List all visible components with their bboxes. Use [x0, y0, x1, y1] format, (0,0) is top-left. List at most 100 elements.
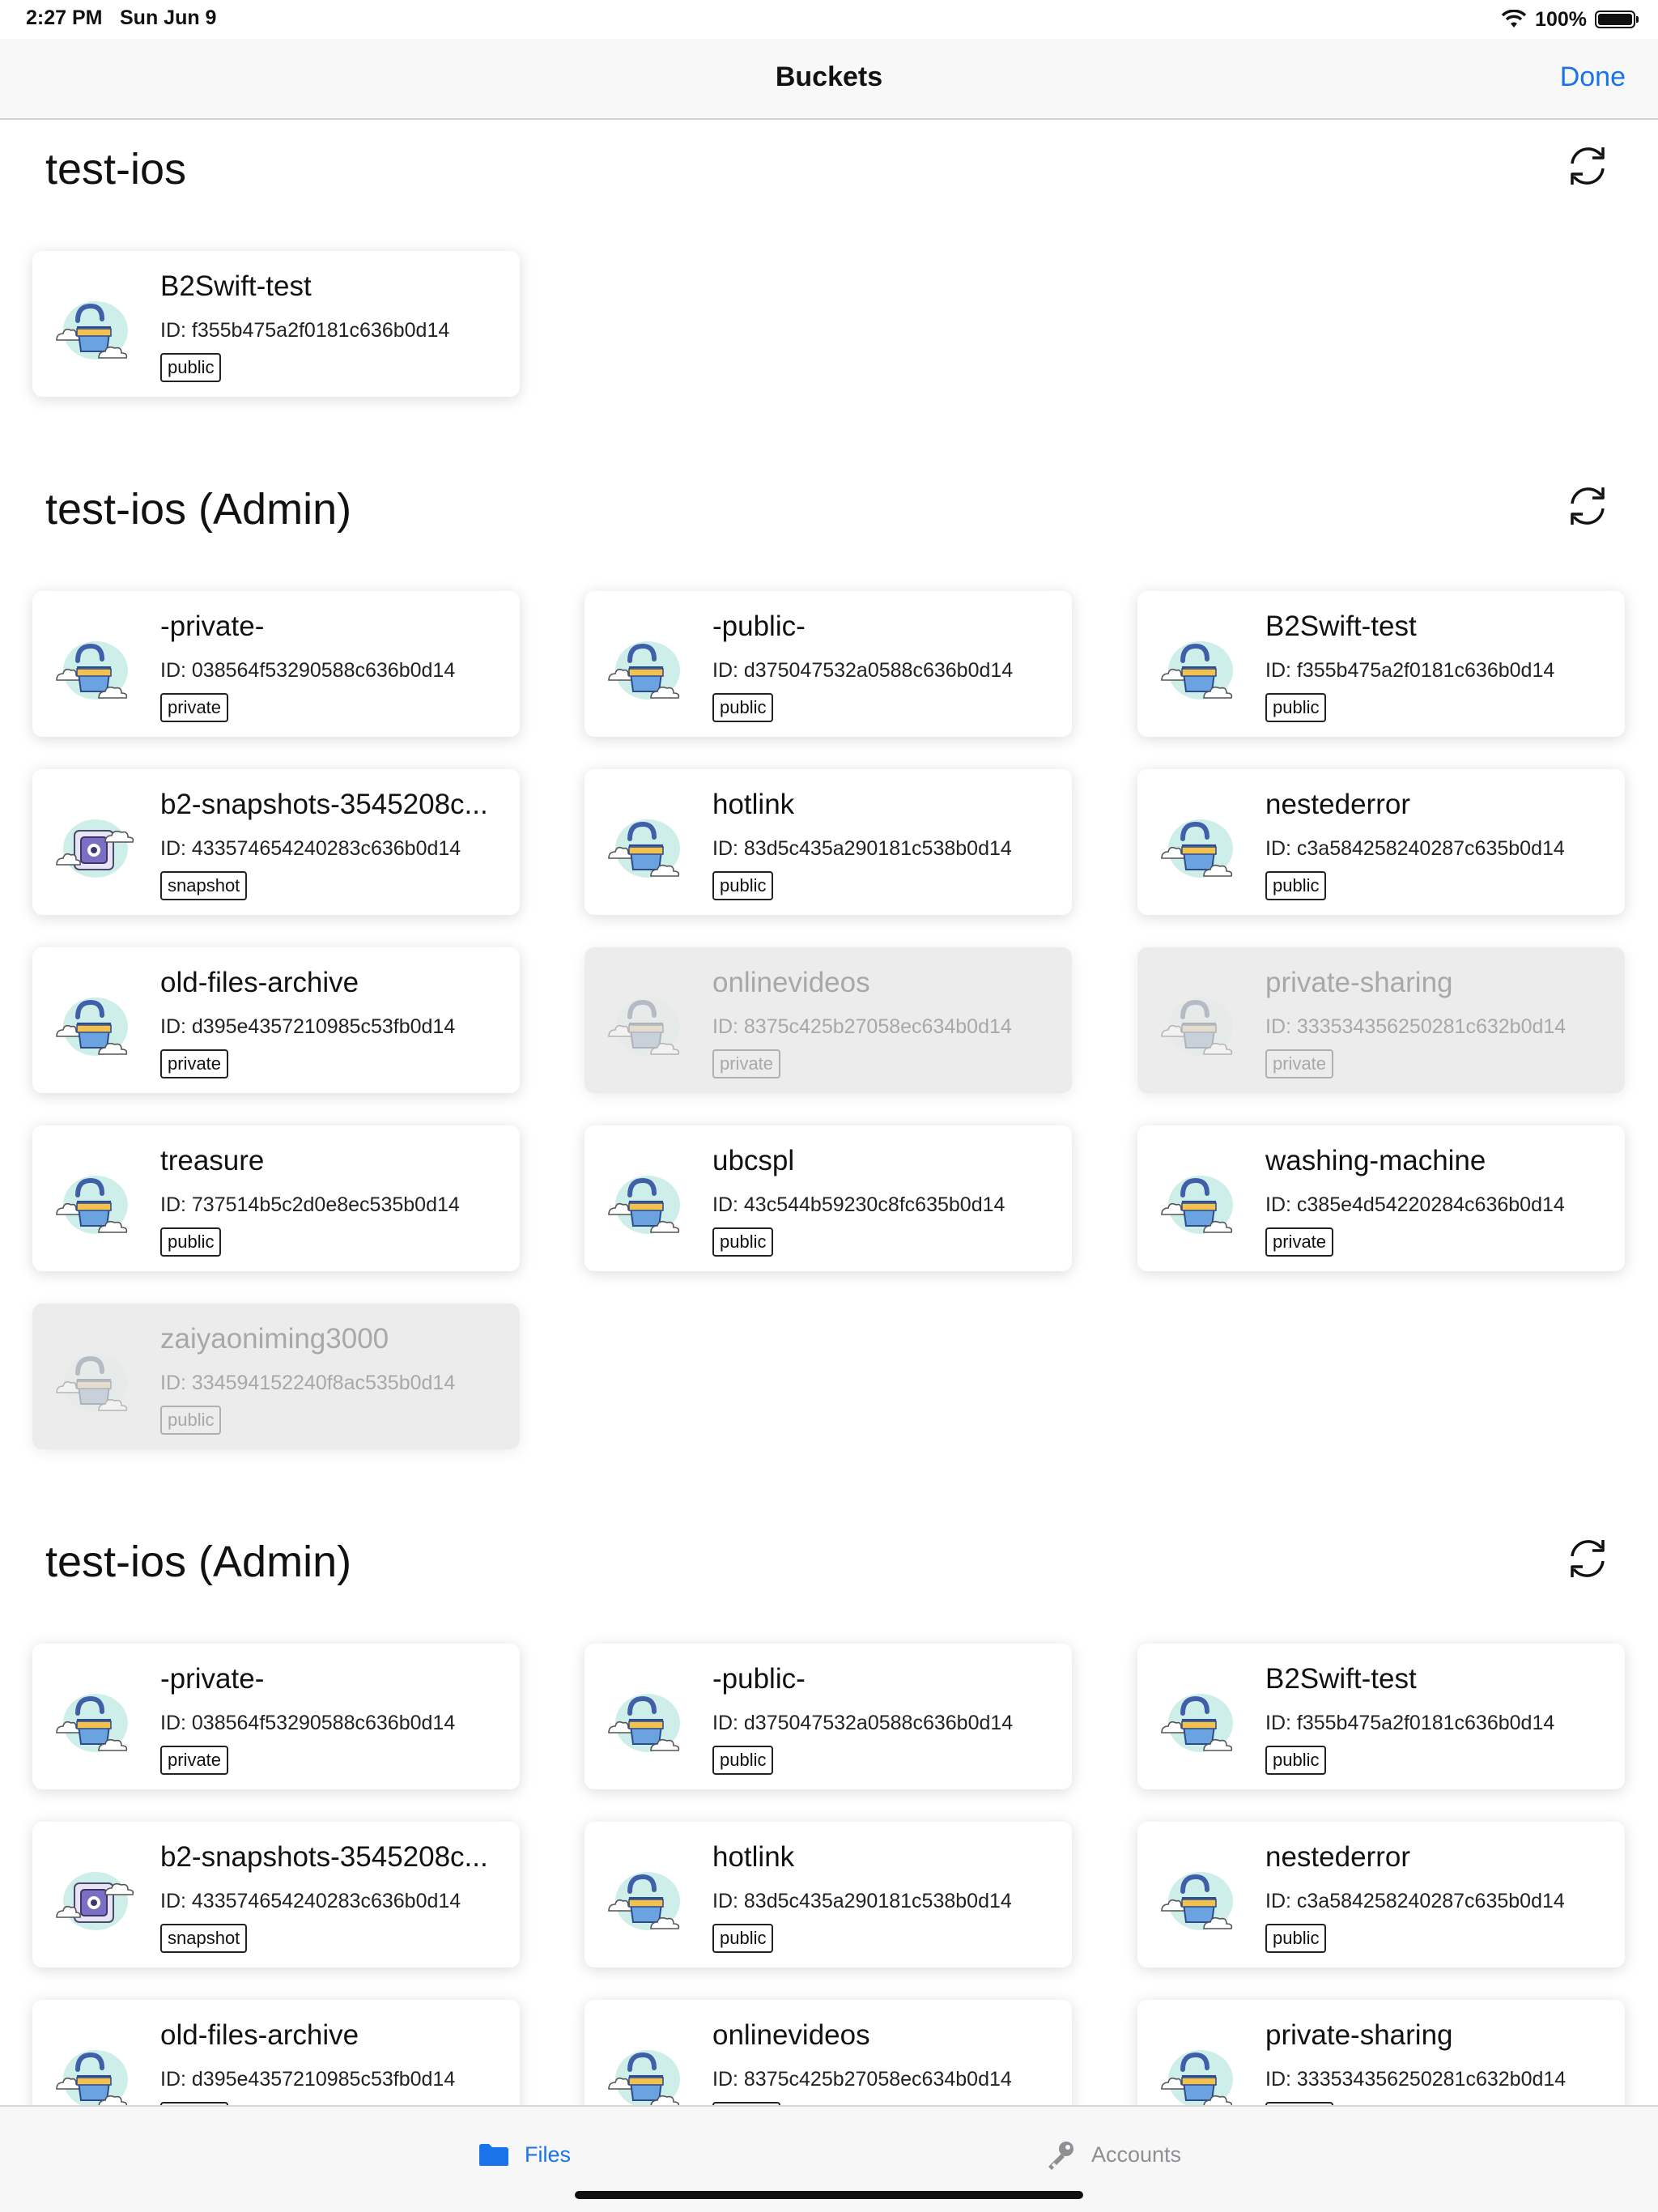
- key-icon: [1048, 2142, 1073, 2170]
- bucket-card[interactable]: B2Swift-test ID: f355b475a2f0181c636b0d14…: [1137, 591, 1625, 737]
- status-time: 2:27 PM: [26, 6, 103, 29]
- bucket-type-badge: snapshot: [160, 1924, 248, 1953]
- bucket-card[interactable]: B2Swift-test ID: f355b475a2f0181c636b0d14…: [1137, 1644, 1625, 1789]
- bucket-card[interactable]: onlinevideos ID: 8375c425b27058ec634b0d14…: [585, 947, 1072, 1093]
- bucket-card[interactable]: onlinevideos ID: 8375c425b27058ec634b0d14…: [585, 2000, 1072, 2105]
- tab-files[interactable]: Files: [478, 2134, 571, 2175]
- bucket-id: ID: 333534356250281c632b0d14: [1265, 2068, 1567, 2091]
- bucket-type-badge: public: [712, 1746, 774, 1775]
- bucket-name: -public-: [712, 610, 806, 642]
- status-bar: 2:27 PM Sun Jun 9 100%: [0, 0, 1658, 39]
- unlocked-bucket-cloud-icon: [53, 288, 141, 364]
- bucket-id: ID: 43c544b59230c8fc635b0d14: [712, 1193, 1005, 1216]
- bucket-card[interactable]: ubcspl ID: 43c544b59230c8fc635b0d14 public: [585, 1125, 1072, 1271]
- bucket-type-badge: private: [712, 1049, 781, 1078]
- bucket-id: ID: 333534356250281c632b0d14: [1265, 1015, 1567, 1038]
- battery-percent: 100%: [1535, 7, 1587, 31]
- bucket-id: ID: f355b475a2f0181c636b0d14: [160, 319, 450, 342]
- refresh-icon[interactable]: [1564, 1535, 1611, 1582]
- tab-accounts-label: Accounts: [1091, 2142, 1182, 2167]
- buckets-list[interactable]: test-ios B2Swift-test ID: f355b475a2f0181…: [0, 121, 1658, 2105]
- unlocked-bucket-cloud-icon: [1158, 1681, 1246, 1757]
- home-indicator: [575, 2191, 1083, 2199]
- bucket-name: b2-snapshots-3545208c...: [160, 1841, 488, 1873]
- bucket-type-badge: private: [160, 1746, 229, 1775]
- bucket-card[interactable]: b2-snapshots-3545208c... ID: 433574654240…: [32, 1822, 520, 1967]
- tab-files-label: Files: [525, 2142, 572, 2167]
- bucket-type-badge: private: [1265, 1049, 1334, 1078]
- section-title: test-ios: [45, 145, 187, 194]
- bucket-card[interactable]: nestederror ID: c3a584258240287c635b0d14 p…: [1137, 769, 1625, 915]
- bucket-name: B2Swift-test: [160, 270, 312, 302]
- bucket-card[interactable]: old-files-archive ID: d395e4357210985c53f…: [32, 947, 520, 1093]
- bucket-type-badge: snapshot: [160, 871, 248, 900]
- bucket-card[interactable]: treasure ID: 737514b5c2d0e8ec535b0d14 publ…: [32, 1125, 520, 1271]
- bucket-type-badge: public: [1265, 693, 1327, 722]
- bucket-id: ID: f355b475a2f0181c636b0d14: [1265, 1712, 1555, 1734]
- battery-icon: [1595, 11, 1639, 28]
- bucket-id: ID: c3a584258240287c635b0d14: [1265, 837, 1565, 860]
- bucket-name: b2-snapshots-3545208c...: [160, 789, 488, 820]
- bucket-id: ID: d375047532a0588c636b0d14: [712, 659, 1014, 682]
- bucket-card[interactable]: -private- ID: 038564f53290588c636b0d14 pri…: [32, 1644, 520, 1789]
- status-indicators: 100%: [1501, 5, 1639, 34]
- bucket-id: ID: 83d5c435a290181c538b0d14: [712, 837, 1012, 860]
- bucket-type-badge: public: [712, 871, 774, 900]
- bucket-card[interactable]: b2-snapshots-3545208c... ID: 433574654240…: [32, 769, 520, 915]
- unlocked-bucket-cloud-icon: [606, 2037, 693, 2105]
- bucket-name: zaiyaoniming3000: [160, 1323, 389, 1355]
- unlocked-bucket-cloud-icon: [606, 628, 693, 704]
- unlocked-bucket-cloud-icon: [1158, 2037, 1246, 2105]
- bucket-id: ID: c385e4d54220284c636b0d14: [1265, 1193, 1565, 1216]
- bucket-card[interactable]: private-sharing ID: 333534356250281c632b0…: [1137, 2000, 1625, 2105]
- bucket-type-badge: private: [160, 1049, 229, 1078]
- snapshot-bucket-cloud-icon: [53, 1859, 141, 1935]
- tab-accounts[interactable]: Accounts: [1044, 2134, 1181, 2175]
- bucket-card[interactable]: private-sharing ID: 333534356250281c632b0…: [1137, 947, 1625, 1093]
- unlocked-bucket-cloud-icon: [606, 1681, 693, 1757]
- done-button[interactable]: Done: [1560, 62, 1626, 93]
- bucket-id: ID: d395e4357210985c53fb0d14: [160, 1015, 456, 1038]
- bucket-name: treasure: [160, 1145, 265, 1176]
- bucket-name: onlinevideos: [712, 967, 870, 998]
- bucket-name: -private-: [160, 1663, 265, 1695]
- bucket-name: washing-machine: [1265, 1145, 1486, 1176]
- bucket-card[interactable]: -public- ID: d375047532a0588c636b0d14 publ…: [585, 1644, 1072, 1789]
- unlocked-bucket-cloud-icon: [1158, 628, 1246, 704]
- bucket-id: ID: 433574654240283c636b0d14: [160, 1890, 461, 1912]
- bucket-card[interactable]: -public- ID: d375047532a0588c636b0d14 publ…: [585, 591, 1072, 737]
- bucket-id: ID: 334594152240f8ac535b0d14: [160, 1372, 456, 1394]
- bucket-id: ID: 8375c425b27058ec634b0d14: [712, 1015, 1012, 1038]
- bucket-card[interactable]: hotlink ID: 83d5c435a290181c538b0d14 publi…: [585, 769, 1072, 915]
- bucket-card[interactable]: -private- ID: 038564f53290588c636b0d14 pri…: [32, 591, 520, 737]
- bucket-card[interactable]: washing-machine ID: c385e4d54220284c636b0…: [1137, 1125, 1625, 1271]
- bucket-type-badge: public: [160, 1227, 222, 1257]
- battery-fill: [1598, 14, 1632, 25]
- bucket-card[interactable]: zaiyaoniming3000 ID: 334594152240f8ac535b…: [32, 1304, 520, 1449]
- bucket-id: ID: d395e4357210985c53fb0d14: [160, 2068, 456, 2091]
- bucket-card[interactable]: B2Swift-test ID: f355b475a2f0181c636b0d14…: [32, 251, 520, 397]
- status-date: Sun Jun 9: [120, 6, 217, 29]
- bucket-type-badge: private: [1265, 1227, 1334, 1257]
- unlocked-bucket-cloud-icon: [606, 1163, 693, 1239]
- bucket-type-badge: public: [712, 1924, 774, 1953]
- page-title: Buckets: [775, 62, 883, 92]
- bucket-name: B2Swift-test: [1265, 610, 1417, 642]
- bucket-id: ID: 737514b5c2d0e8ec535b0d14: [160, 1193, 460, 1216]
- bucket-id: ID: 83d5c435a290181c538b0d14: [712, 1890, 1012, 1912]
- bucket-card[interactable]: nestederror ID: c3a584258240287c635b0d14 p…: [1137, 1822, 1625, 1967]
- bucket-name: old-files-archive: [160, 967, 359, 998]
- bucket-card[interactable]: hotlink ID: 83d5c435a290181c538b0d14 publi…: [585, 1822, 1072, 1967]
- bucket-id: ID: f355b475a2f0181c636b0d14: [1265, 659, 1555, 682]
- unlocked-bucket-cloud-icon: [606, 1859, 693, 1935]
- bucket-name: B2Swift-test: [1265, 1663, 1417, 1695]
- unlocked-bucket-cloud-icon: [53, 1163, 141, 1239]
- bucket-type-badge: public: [1265, 1746, 1327, 1775]
- bucket-card[interactable]: old-files-archive ID: d395e4357210985c53f…: [32, 2000, 520, 2105]
- unlocked-bucket-cloud-icon: [1158, 806, 1246, 883]
- unlocked-bucket-cloud-icon: [1158, 985, 1246, 1061]
- refresh-icon[interactable]: [1564, 483, 1611, 530]
- bucket-type-badge: public: [1265, 871, 1327, 900]
- refresh-icon[interactable]: [1564, 143, 1611, 189]
- section-title: test-ios (Admin): [45, 485, 352, 534]
